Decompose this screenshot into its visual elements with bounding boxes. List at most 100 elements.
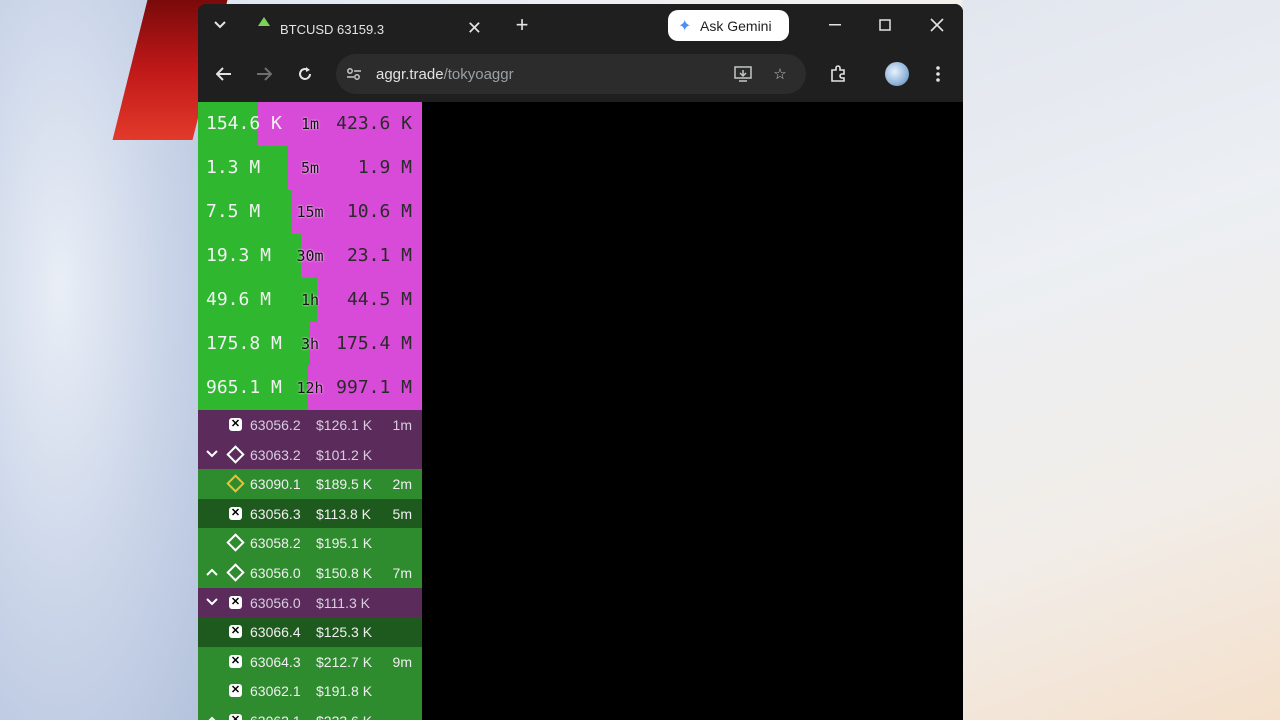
tab-close-icon[interactable]: ✕	[467, 18, 482, 39]
trade-age: 1m	[392, 417, 412, 433]
volume-row-15m: 7.5 M 15m 10.6 M	[198, 190, 422, 234]
sell-volume-value: 10.6 M	[346, 201, 412, 222]
back-arrow-icon	[216, 67, 231, 81]
close-icon	[930, 18, 944, 32]
address-bar[interactable]: aggr.trade/tokyoaggr ☆	[336, 54, 806, 94]
trade-amount: $150.8 K	[316, 564, 373, 581]
timeframe-label: 1h	[300, 291, 320, 309]
trade-price: 63056.3	[250, 505, 301, 522]
exchange-binance-icon	[226, 474, 245, 493]
trade-amount: $113.8 K	[316, 505, 372, 522]
browser-toolbar: aggr.trade/tokyoaggr ☆	[198, 46, 963, 102]
exchange-diamond-icon	[226, 563, 245, 582]
trade-amount: $111.3 K	[316, 594, 370, 611]
timeframe-label: 12h	[296, 379, 324, 397]
bookmark-star-icon[interactable]: ☆	[770, 64, 790, 84]
volume-row-30m: 19.3 M 30m 23.1 M	[198, 234, 422, 278]
profile-avatar[interactable]	[885, 62, 909, 86]
trade-amount: $126.1 K	[316, 417, 373, 433]
volume-row-1m: 154.6 K 1m 423.6 K	[198, 102, 422, 146]
sell-volume-value: 997.1 M	[336, 377, 412, 398]
trade-amount: $195.1 K	[316, 535, 373, 552]
sell-volume-value: 1.9 M	[357, 157, 412, 178]
exchange-x-icon: ✕	[229, 418, 242, 431]
tab-search-button[interactable]	[198, 4, 242, 46]
extensions-button[interactable]	[824, 60, 852, 88]
trade-amount: $212.7 K	[316, 653, 373, 670]
trade-row: 63056.0 $150.8 K 7m	[198, 557, 422, 588]
tab-btcusd[interactable]: BTCUSD 63159.3 ✕	[242, 12, 502, 46]
close-window-button[interactable]	[911, 4, 963, 46]
sell-volume-value: 44.5 M	[346, 289, 412, 310]
exchange-x-icon: ✕	[229, 684, 242, 698]
trade-row: 63058.2 $195.1 K	[198, 528, 422, 558]
menu-button[interactable]	[924, 60, 952, 88]
sell-volume-value: 175.4 M	[336, 333, 412, 354]
trade-age: 7m	[392, 564, 412, 581]
chevron-down-icon	[206, 449, 218, 458]
reload-button[interactable]	[291, 60, 319, 88]
trade-amount: $191.8 K	[316, 683, 373, 700]
trade-row: ✕ 63056.2 $126.1 K 1m	[198, 410, 422, 440]
trade-row: ✕ 63066.4 $125.3 K	[198, 617, 422, 647]
gemini-sparkle-icon: ✦	[678, 18, 692, 35]
new-tab-button[interactable]: +	[502, 4, 542, 46]
volume-row-5m: 1.3 M 5m 1.9 M	[198, 146, 422, 190]
trade-price: 63062.1	[250, 713, 301, 720]
trade-direction	[206, 447, 220, 461]
more-vert-icon	[936, 66, 940, 82]
trade-row: ✕ 63062.1 $233.6 K	[198, 705, 422, 720]
trade-row: ✕ 63064.3 $212.7 K 9m	[198, 646, 422, 677]
chevron-down-icon	[214, 21, 226, 29]
tab-title: BTCUSD 63159.3	[280, 21, 385, 37]
maximize-button[interactable]	[859, 4, 911, 46]
trade-amount: $189.5 K	[316, 476, 373, 493]
aggr-favicon-icon	[258, 17, 270, 26]
site-settings-icon[interactable]	[344, 64, 364, 84]
buy-volume-value: 1.3 M	[206, 157, 261, 178]
trade-price: 63056.2	[250, 417, 301, 433]
exchange-diamond-icon	[226, 533, 245, 553]
exchange-diamond-icon	[226, 444, 245, 464]
buy-volume-value: 154.6 K	[206, 113, 282, 134]
exchange-x-icon: ✕	[229, 713, 242, 720]
exchange-x-icon: ✕	[229, 654, 242, 668]
buy-volume-value: 49.6 M	[206, 289, 272, 310]
buy-volume-value: 7.5 M	[206, 201, 261, 222]
trade-row: 63063.2 $101.2 K	[198, 439, 422, 470]
page-content: 154.6 K 1m 423.6 K 1.3 M 5m 1.9 M 7.5 M 15m 10.6…	[198, 102, 963, 720]
chevron-up-icon	[206, 568, 218, 576]
minimize-button[interactable]	[809, 4, 861, 46]
sell-volume-value: 423.6 K	[336, 113, 412, 134]
chevron-down-icon	[206, 597, 218, 605]
forward-button[interactable]	[250, 60, 278, 88]
trade-amount: $125.3 K	[316, 624, 373, 641]
trade-price: 63062.1	[250, 683, 301, 700]
trade-row: 63090.1 $189.5 K 2m	[198, 469, 422, 499]
sell-volume-value: 23.1 M	[346, 245, 412, 266]
trades-feed: ✕ 63056.2 $126.1 K 1m 63063.2 $101.2 K 63090.1…	[198, 410, 422, 720]
timeframe-label: 5m	[300, 159, 320, 177]
trade-price: 63058.2	[250, 535, 301, 552]
timeframe-label: 1m	[300, 115, 320, 133]
exchange-x-icon: ✕	[229, 625, 242, 639]
back-button[interactable]	[210, 60, 238, 88]
trade-age: 5m	[392, 505, 412, 522]
trade-age: 2m	[392, 476, 412, 493]
volume-stats-panel: 154.6 K 1m 423.6 K 1.3 M 5m 1.9 M 7.5 M 15m 10.6…	[198, 102, 422, 410]
browser-window: BTCUSD 63159.3 ✕ + ✦ Ask Gemini aggr.tra…	[198, 4, 963, 720]
volume-row-3h: 175.8 M 3h 175.4 M	[198, 322, 422, 366]
chevron-up-icon	[208, 716, 216, 720]
timeframe-label: 3h	[300, 335, 320, 353]
minimize-icon	[829, 24, 841, 26]
trade-row: ✕ 63062.1 $191.8 K	[198, 676, 422, 706]
ask-gemini-button[interactable]: ✦ Ask Gemini	[668, 10, 789, 41]
puzzle-icon	[831, 65, 845, 82]
trade-amount: $233.6 K	[316, 713, 372, 720]
install-app-icon[interactable]	[733, 64, 753, 84]
trade-age: 9m	[392, 653, 412, 670]
buy-volume-value: 175.8 M	[206, 333, 282, 354]
trade-amount: $101.2 K	[316, 446, 373, 463]
trade-row: ✕ 63056.3 $113.8 K 5m	[198, 498, 422, 529]
url-path: /tokyoaggr	[443, 65, 514, 83]
